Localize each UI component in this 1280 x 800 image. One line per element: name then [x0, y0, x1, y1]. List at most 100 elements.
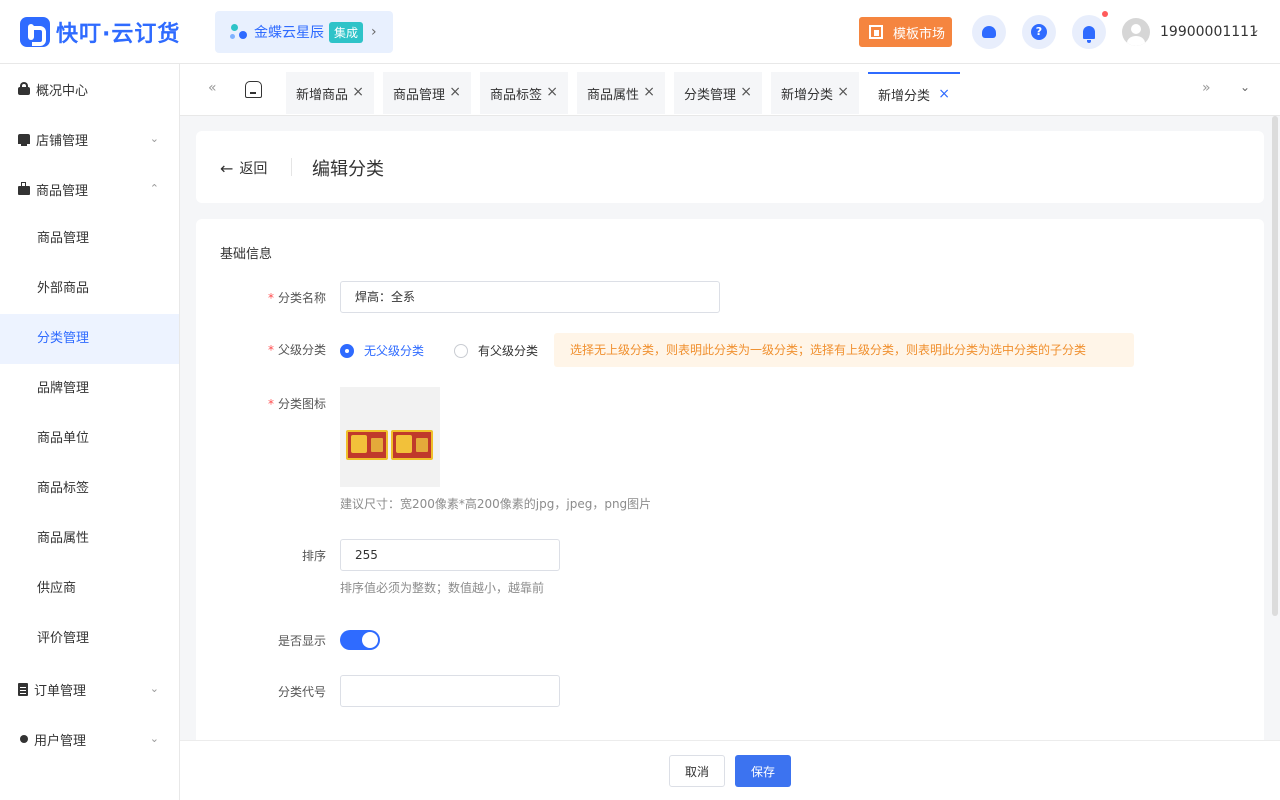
sidebar-group-label: 概况中心 [36, 83, 89, 99]
arrow-left-icon: ← [220, 158, 234, 178]
close-icon[interactable]: × [546, 84, 558, 100]
template-market-label: 模板市场 [893, 26, 946, 42]
app-logo[interactable]: 快叮·云订货 [20, 17, 180, 47]
back-button[interactable]: ← 返回 [220, 158, 267, 178]
sort-input[interactable]: 255 [340, 539, 560, 571]
template-market-button[interactable]: 模板市场 [859, 17, 952, 47]
back-label: 返回 [239, 161, 268, 177]
kingdee-integration-button[interactable]: 金蝶云星辰 集成 › [215, 11, 393, 53]
notification-dot [1102, 11, 1108, 17]
chevron-down-icon: ⌄ [149, 682, 159, 695]
customer-service-button[interactable] [972, 15, 1006, 49]
tab-label: 新增分类 [878, 88, 931, 104]
name-label: * 分类名称 [267, 291, 326, 305]
template-icon [869, 25, 883, 39]
avatar[interactable] [1122, 18, 1150, 46]
tab-new-goods[interactable]: 新增商品 × [286, 72, 374, 114]
form-footer: 取消 保存 [180, 740, 1280, 800]
cancel-button[interactable]: 取消 [669, 755, 725, 787]
show-label: 是否显示 [277, 634, 326, 648]
sidebar-item-external-goods[interactable]: 外部商品 [0, 264, 179, 314]
notification-button[interactable] [1072, 15, 1106, 49]
logo-icon [20, 17, 50, 47]
radio-label: 无父级分类 [364, 344, 425, 358]
section-title: 基础信息 [220, 247, 273, 262]
category-code-input[interactable] [340, 675, 560, 707]
category-form: 基础信息 * 分类名称 焊高：全系 * 父级分类 无父级分类 有父级分类 选择无上级… [196, 219, 1264, 740]
sidebar-group-label: 用户管理 [34, 733, 87, 749]
tabs-scroll-left-icon[interactable]: « [208, 80, 217, 96]
sidebar: 概况中心 店铺管理 ⌄ 商品管理 ⌃ 商品管理 外部商品 分类管理 品牌管理 商… [0, 64, 180, 800]
shop-icon [18, 134, 30, 146]
close-icon[interactable]: × [643, 84, 655, 100]
tab-new-category-active[interactable]: 新增分类 × [868, 72, 960, 114]
tab-goods-management[interactable]: 商品管理 × [383, 72, 471, 114]
help-icon: ? [1031, 24, 1047, 40]
scrollbar[interactable] [1270, 116, 1280, 740]
sidebar-item-brand[interactable]: 品牌管理 [0, 364, 179, 414]
close-icon[interactable]: × [938, 86, 950, 102]
sidebar-item-goods[interactable]: 商品管理 [0, 214, 179, 264]
sidebar-group-orders[interactable]: 订单管理 ⌄ [0, 664, 179, 714]
parent-label: * 父级分类 [267, 343, 326, 357]
tab-goods-tags[interactable]: 商品标签 × [480, 72, 568, 114]
tab-label: 商品属性 [587, 87, 640, 103]
kingdee-icon [229, 22, 249, 42]
chevron-right-icon: › [371, 24, 377, 40]
sidebar-item-supplier[interactable]: 供应商 [0, 564, 179, 614]
home-icon[interactable] [245, 81, 262, 98]
sidebar-item-attributes[interactable]: 商品属性 [0, 514, 179, 564]
divider [291, 158, 292, 176]
tab-label: 分类管理 [684, 87, 737, 103]
sidebar-item-reviews[interactable]: 评价管理 [0, 614, 179, 664]
sidebar-item-category[interactable]: 分类管理 [0, 314, 179, 364]
parent-tip: 选择无上级分类，则表明此分类为一级分类；选择有上级分类，则表明此分类为选中分类的… [554, 333, 1134, 367]
tab-goods-attributes[interactable]: 商品属性 × [577, 72, 665, 114]
radio-unchecked-icon [454, 343, 468, 358]
customer-service-icon [982, 26, 996, 38]
code-label: 分类代号 [277, 685, 326, 699]
show-toggle[interactable] [340, 630, 380, 650]
chevron-down-icon: ⌄ [149, 132, 159, 145]
sidebar-item-unit[interactable]: 商品单位 [0, 414, 179, 464]
sidebar-item-tags[interactable]: 商品标签 [0, 464, 179, 514]
tab-label: 商品标签 [490, 87, 543, 103]
sidebar-group-store[interactable]: 店铺管理 ⌄ [0, 114, 179, 164]
top-header: 快叮·云订货 金蝶云星辰 集成 › 模板市场 ? 19900001111 ⌄ [0, 0, 1280, 64]
integration-badge: 集成 [329, 21, 364, 43]
tab-new-category[interactable]: 新增分类 × [771, 72, 859, 114]
radio-no-parent[interactable]: 无父级分类 [340, 342, 424, 359]
close-icon[interactable]: × [740, 84, 752, 100]
category-name-input[interactable]: 焊高：全系 [340, 281, 720, 313]
sidebar-group-label: 商品管理 [36, 183, 89, 199]
clipboard-icon [18, 682, 28, 696]
help-button[interactable]: ? [1022, 15, 1056, 49]
required-mark: * [267, 291, 274, 305]
save-button[interactable]: 保存 [735, 755, 791, 787]
tab-category-management[interactable]: 分类管理 × [674, 72, 762, 114]
close-icon[interactable]: × [837, 84, 849, 100]
person-icon [20, 735, 28, 743]
category-icon-upload[interactable] [340, 387, 440, 487]
sidebar-group-label: 店铺管理 [36, 133, 89, 149]
logo-text: 快叮·云订货 [56, 22, 181, 47]
sidebar-group-label: 订单管理 [34, 683, 87, 699]
tabs-bar: « 新增商品 × 商品管理 × 商品标签 × 商品属性 × 分类管理 × 新增分… [180, 64, 1280, 116]
sort-hint: 排序值必须为整数；数值越小，越靠前 [340, 581, 545, 595]
chevron-down-icon: ⌄ [149, 732, 159, 745]
radio-has-parent[interactable]: 有父级分类 [454, 342, 538, 359]
close-icon[interactable]: × [449, 84, 461, 100]
page-title: 编辑分类 [312, 159, 384, 180]
user-phone[interactable]: 19900001111 [1160, 24, 1258, 40]
sidebar-group-overview[interactable]: 概况中心 [0, 64, 179, 114]
tabs-scroll-right-icon[interactable]: » [1202, 80, 1211, 96]
sidebar-group-users[interactable]: 用户管理 ⌄ [0, 714, 179, 764]
required-mark: * [267, 397, 274, 411]
required-mark: * [267, 343, 274, 357]
tabs-menu-chevron-icon[interactable]: ⌄ [1240, 80, 1250, 94]
bag-icon [18, 182, 30, 195]
icon-label: * 分类图标 [267, 397, 326, 411]
sidebar-group-goods[interactable]: 商品管理 ⌃ [0, 164, 179, 214]
chevron-down-icon[interactable]: ⌄ [1250, 22, 1260, 36]
close-icon[interactable]: × [352, 84, 364, 100]
